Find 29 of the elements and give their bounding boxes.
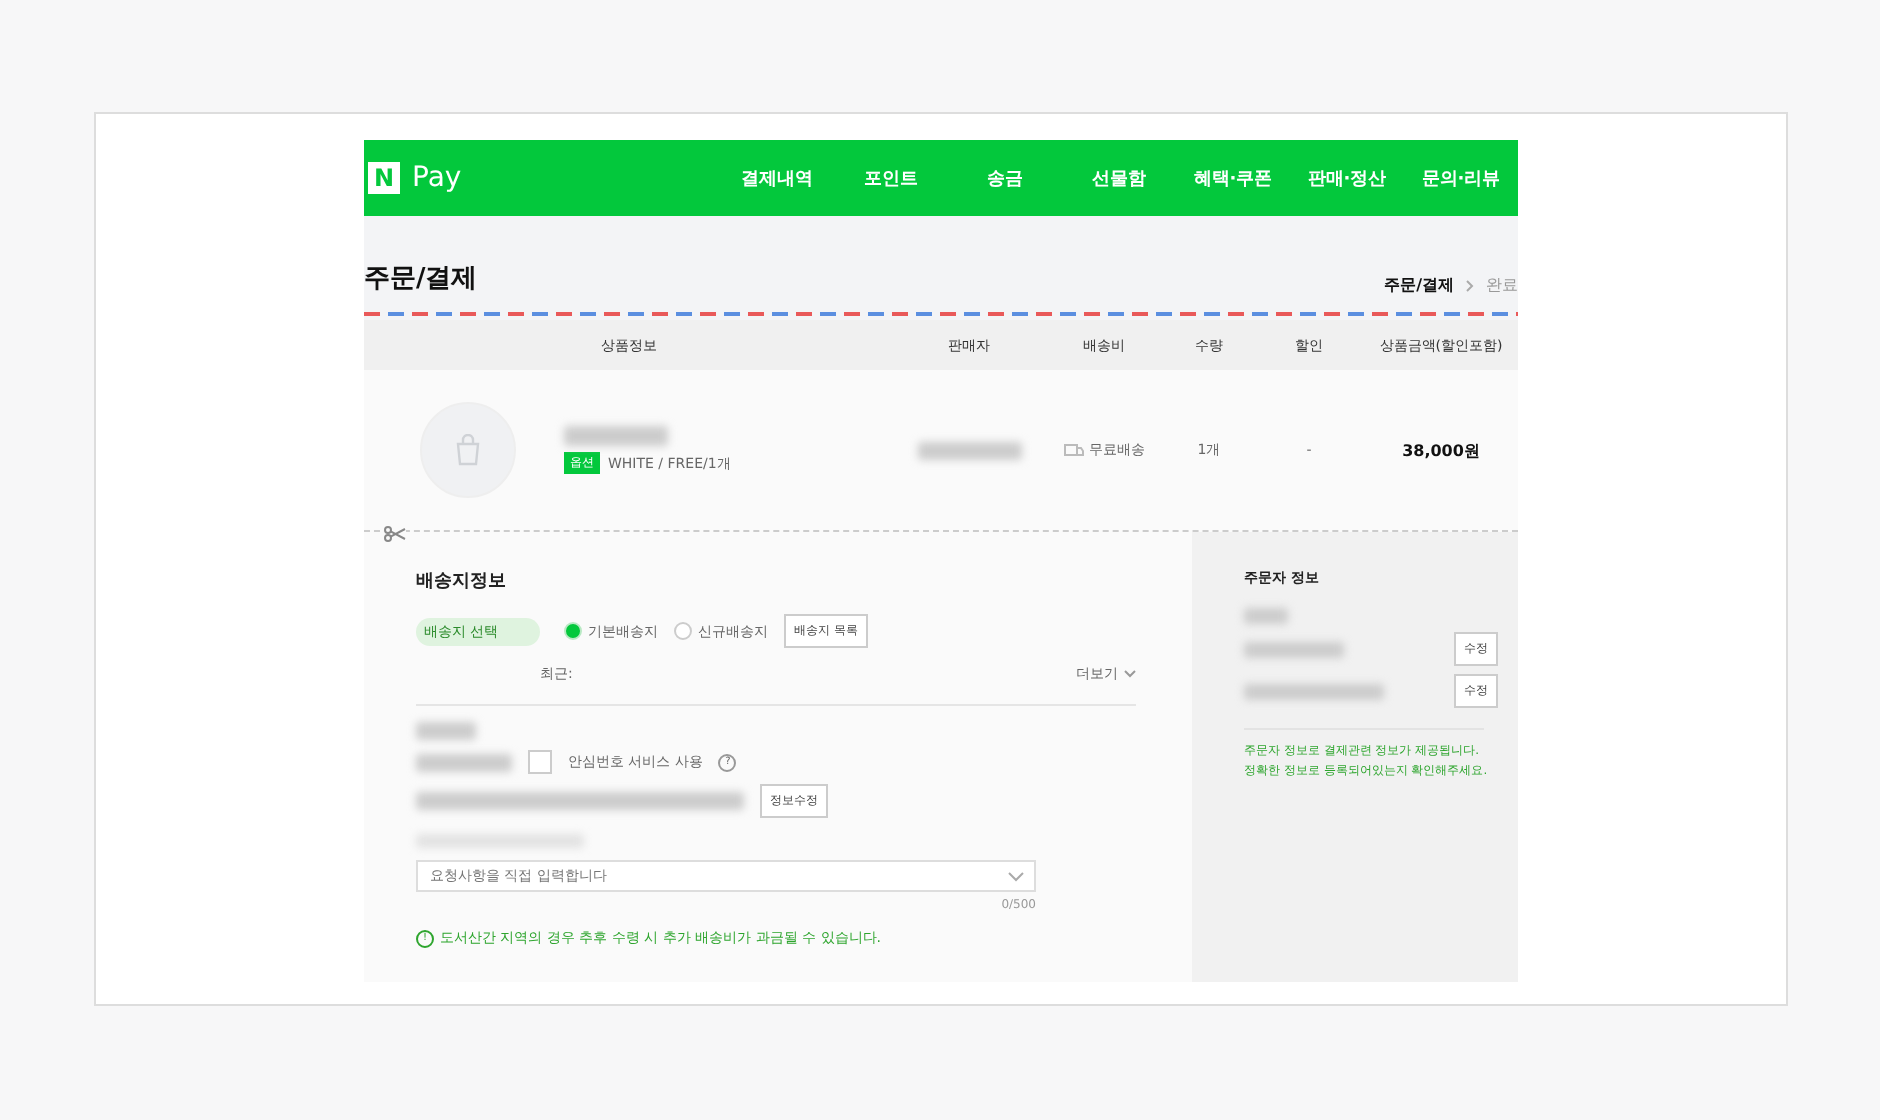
breadcrumb-step: 주문/결제 <box>1384 274 1454 296</box>
page-title: 주문/결제 <box>364 262 478 296</box>
nav-link[interactable]: 문의·리뷰 <box>1404 165 1518 191</box>
logo-mark: N <box>368 162 400 194</box>
nav-link[interactable]: 혜택·쿠폰 <box>1176 165 1290 191</box>
radio-button[interactable] <box>674 622 692 640</box>
redacted-text <box>917 441 1021 459</box>
redacted-text <box>1244 608 1288 624</box>
chevron-icon <box>1466 279 1474 291</box>
shopping-bag-icon <box>454 434 482 466</box>
section-title: 배송지정보 <box>416 570 508 594</box>
redacted-text <box>1244 641 1344 657</box>
redacted-text <box>416 753 512 771</box>
nav-link[interactable]: 선물함 <box>1062 165 1176 191</box>
checkbox[interactable] <box>528 750 552 774</box>
redacted-text <box>564 426 668 446</box>
nav-link[interactable]: 포인트 <box>834 165 948 191</box>
logo-text: Pay <box>412 162 462 194</box>
chevron-down-icon[interactable] <box>1008 872 1024 882</box>
truck-icon <box>1063 443 1083 457</box>
nav-link[interactable]: 송금 <box>948 165 1062 191</box>
redacted-text <box>1244 683 1384 699</box>
chevron-down-icon[interactable] <box>1124 670 1136 678</box>
redacted-text <box>416 722 476 740</box>
breadcrumb-step: 완료 <box>1486 274 1518 296</box>
nav-link[interactable]: 판매·정산 <box>1290 165 1404 191</box>
price: 38,000원 <box>1400 439 1482 461</box>
radio-button[interactable] <box>564 622 582 640</box>
nav-link[interactable]: 결제내역 <box>720 165 834 191</box>
